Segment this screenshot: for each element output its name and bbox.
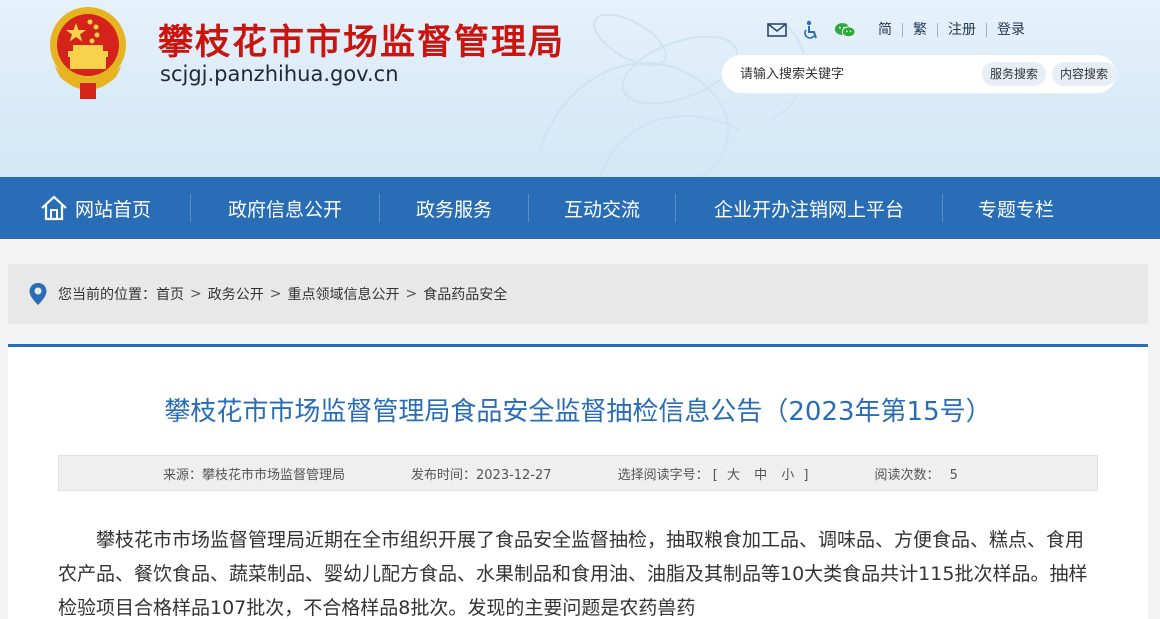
nav-label: 网站首页: [74, 198, 151, 221]
search-input[interactable]: [740, 66, 960, 82]
nav-item-home[interactable]: 网站首页: [0, 177, 190, 239]
wechat-icon[interactable]: [834, 19, 856, 41]
register-link[interactable]: 注册: [938, 23, 987, 37]
article-meta: 来源：攀枝花市市场监督管理局 发布时间：2023-12-27 选择阅读字号： […: [58, 455, 1098, 491]
font-size-medium[interactable]: 中: [754, 468, 767, 483]
nav-item-interaction[interactable]: 互动交流: [529, 177, 675, 239]
article-title: 攀枝花市市场监督管理局食品安全监督抽检信息公告（2023年第15号）: [164, 397, 992, 427]
search-bar: 服务搜索 内容搜索: [722, 55, 1117, 93]
location-pin-icon: [28, 282, 48, 306]
breadcrumb-separator: >: [190, 286, 202, 302]
view-count-label: 阅读次数：: [874, 467, 940, 483]
national-emblem-icon: [50, 7, 126, 99]
mail-icon[interactable]: [766, 19, 788, 41]
article-source: 来源：攀枝花市市场监督管理局: [163, 467, 346, 483]
nav-label: 互动交流: [563, 198, 640, 221]
font-size-large[interactable]: 大: [727, 468, 740, 483]
nav-label: 政府信息公开: [227, 198, 342, 221]
simplified-chinese-link[interactable]: 简: [868, 23, 903, 37]
font-size-selector: 选择阅读字号： [ 大 中 小 ]: [618, 464, 809, 483]
breadcrumb-label: 您当前的位置：: [58, 287, 156, 303]
nav-item-gov-info[interactable]: 政府信息公开: [191, 177, 379, 239]
home-icon: [39, 194, 69, 222]
breadcrumb-separator: >: [269, 286, 282, 302]
font-size-bracket-close: ]: [803, 467, 809, 483]
nav-label: 政务服务: [415, 198, 492, 221]
article-panel: 攀枝花市市场监督管理局食品安全监督抽检信息公告（2023年第15号） 来源：攀枝…: [8, 344, 1148, 619]
nav-item-services[interactable]: 政务服务: [380, 177, 528, 239]
font-size-label: 选择阅读字号：: [617, 467, 709, 483]
service-search-button[interactable]: 服务搜索: [981, 62, 1046, 86]
traditional-chinese-link[interactable]: 繁: [903, 23, 938, 37]
article-body: 攀枝花市市场监督管理局近期在全市组织开展了食品安全监督抽检，抽取粮食加工品、调味…: [58, 529, 1088, 619]
nav-label: 企业开办注销网上平台: [713, 198, 904, 221]
article-date: 发布时间：2023-12-27: [411, 467, 552, 483]
accessibility-icon[interactable]: [800, 19, 822, 41]
site-title: 攀枝花市市场监督管理局: [158, 23, 566, 63]
breadcrumb-key-areas[interactable]: 重点领域信息公开: [287, 284, 399, 304]
top-links: 简 繁 注册 登录: [766, 18, 1035, 42]
main-nav: 网站首页 政府信息公开 政务服务 互动交流 企业开办注销网上平台 专题专栏: [0, 177, 1160, 239]
breadcrumb-gov-affairs[interactable]: 政务公开: [208, 284, 264, 304]
site-header: 攀枝花市市场监督管理局 scjgj.panzhihua.gov.cn 简 繁 注…: [0, 0, 1160, 177]
nav-label: 专题专栏: [977, 198, 1054, 221]
view-count: 阅读次数： 5: [875, 464, 958, 483]
font-size-bracket-open: [: [712, 467, 718, 483]
breadcrumb: 您当前的位置： 首页 > 政务公开 > 重点领域信息公开 > 食品药品安全: [8, 264, 1148, 324]
nav-item-special-topics[interactable]: 专题专栏: [943, 177, 1089, 239]
breadcrumb-food-drug-safety[interactable]: 食品药品安全: [423, 284, 507, 304]
nav-item-enterprise-platform[interactable]: 企业开办注销网上平台: [676, 177, 942, 239]
font-size-small[interactable]: 小: [781, 468, 794, 483]
site-domain: scjgj.panzhihua.gov.cn: [160, 62, 399, 86]
content-search-button[interactable]: 内容搜索: [1052, 62, 1117, 86]
login-link[interactable]: 登录: [987, 23, 1035, 37]
view-count-value: 5: [949, 467, 958, 483]
breadcrumb-separator: >: [405, 286, 418, 302]
breadcrumb-home[interactable]: 首页: [156, 284, 184, 304]
